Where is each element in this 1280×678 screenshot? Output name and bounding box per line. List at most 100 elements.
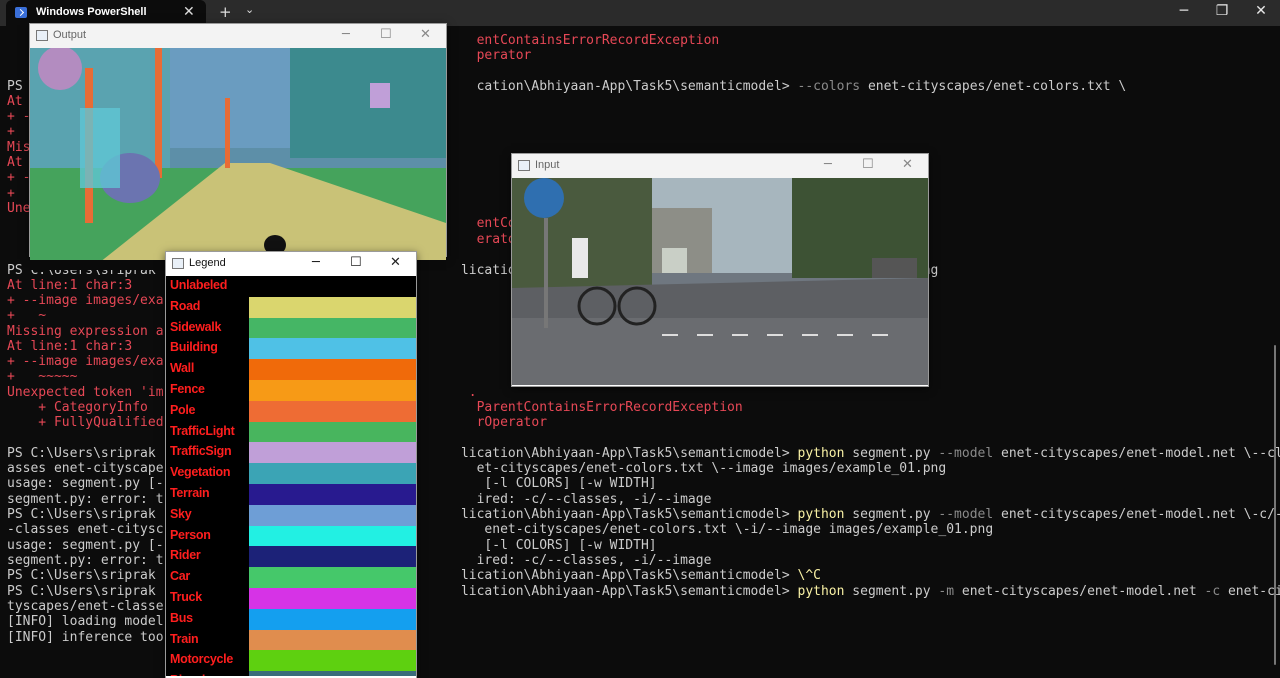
legend-class-label: Sky <box>170 506 192 521</box>
terminal-line: At line:1 char:3 <box>7 278 133 293</box>
input-minimize-button[interactable]: ─ <box>824 157 832 172</box>
terminal-line: -classes enet-citysc enet-cityscapes/ene… <box>7 522 994 537</box>
terminal-line: + <box>7 186 15 201</box>
legend-color-swatch <box>249 296 416 318</box>
output-window-title: Output <box>53 29 87 41</box>
legend-color-swatch <box>249 567 416 588</box>
legend-row: Bicycle <box>166 671 416 676</box>
terminal-line-segment: --colors <box>797 79 861 94</box>
terminal-line-segment: python <box>797 446 845 461</box>
legend-class-label: Truck <box>170 590 202 604</box>
tab-title: Windows PowerShell <box>36 6 147 18</box>
legend-color-swatch <box>249 276 416 297</box>
new-tab-button[interactable]: + <box>219 3 232 21</box>
legend-window[interactable]: Legend ─ ☐ ✕ Unlabeled Road Sidewalk Buildi… <box>165 251 417 678</box>
input-window-title-bar[interactable]: Input ─ ☐ ✕ <box>512 154 928 178</box>
input-close-button[interactable]: ✕ <box>902 157 913 172</box>
legend-class-label: Car <box>170 569 190 584</box>
terminal-line-segment: -m <box>938 584 955 599</box>
legend-row: Rider <box>166 546 416 568</box>
legend-close-button[interactable]: ✕ <box>390 255 401 270</box>
legend-class-label: Rider <box>170 548 201 563</box>
terminal-line: At <box>7 155 23 170</box>
window-icon <box>518 160 530 171</box>
legend-row: Pole <box>166 400 416 422</box>
terminal-line: + ~~~~~ <box>7 369 78 384</box>
legend-class-label: TrafficLight <box>170 423 235 438</box>
maximize-button[interactable]: ❐ <box>1210 3 1234 19</box>
terminal-line: + --image images/exa <box>7 354 164 369</box>
legend-color-swatch <box>249 525 416 547</box>
legend-color-swatch <box>249 442 416 464</box>
terminal-line-segment: --model <box>938 446 994 461</box>
tab-close-icon[interactable]: ✕ <box>183 4 195 20</box>
legend-row: Vegetation <box>166 463 416 484</box>
legend-row: TrafficLight <box>166 421 416 443</box>
legend-row: Train <box>166 629 416 651</box>
legend-color-swatch <box>249 650 416 672</box>
input-window-title: Input <box>535 159 560 171</box>
legend-class-label: Pole <box>170 402 196 417</box>
legend-row: Car <box>166 567 416 588</box>
output-close-button[interactable]: ✕ <box>420 27 431 42</box>
terminal-line-segment: segment.py <box>844 507 939 522</box>
legend-body: Unlabeled Road Sidewalk Building Wall Fence Po… <box>166 276 416 676</box>
terminal-line: + ~ <box>7 308 47 323</box>
legend-color-swatch <box>249 504 416 526</box>
legend-color-swatch <box>249 359 416 380</box>
terminal-line: tyscapes/enet-classe <box>7 599 164 614</box>
legend-row: Building <box>166 338 416 360</box>
output-window-title-bar[interactable]: Output ─ ☐ ✕ <box>30 24 446 48</box>
tab-dropdown-icon[interactable]: ⌄ <box>245 3 254 16</box>
legend-color-swatch <box>249 484 416 505</box>
legend-minimize-button[interactable]: ─ <box>312 255 320 270</box>
terminal-line: Une <box>7 201 31 216</box>
output-maximize-button[interactable]: ☐ <box>380 27 392 42</box>
legend-row: Fence <box>166 380 416 401</box>
legend-color-swatch <box>249 338 416 360</box>
terminal-line-segment: segment.py <box>844 584 939 599</box>
legend-row: Terrain <box>166 484 416 505</box>
output-window[interactable]: Output ─ ☐ ✕ <box>29 23 447 270</box>
terminal-line-segment: python <box>797 584 845 599</box>
legend-class-label: Person <box>170 527 211 542</box>
output-minimize-button[interactable]: ─ <box>342 27 350 42</box>
close-button[interactable]: ✕ <box>1249 3 1273 19</box>
legend-row: Person <box>166 525 416 547</box>
terminal-line-segment: enet-cityscapes/enet-model.net \-c/- <box>993 507 1280 522</box>
legend-window-title-bar[interactable]: Legend ─ ☐ ✕ <box>166 252 416 276</box>
legend-row: Bus <box>166 608 416 630</box>
segmentation-output-image <box>30 48 446 270</box>
legend-color-swatch <box>249 463 416 484</box>
legend-color-swatch <box>249 608 416 630</box>
legend-class-label: Motorcycle <box>170 652 233 667</box>
minimize-button[interactable]: ─ <box>1172 3 1196 19</box>
legend-color-swatch <box>249 317 416 339</box>
legend-class-label: Fence <box>170 382 205 396</box>
terminal-line-segment: \^C <box>797 568 821 583</box>
legend-class-label: Bus <box>170 610 193 625</box>
legend-class-label: Train <box>170 631 199 646</box>
input-window[interactable]: Input ─ ☐ ✕ <box>511 153 929 387</box>
legend-color-swatch <box>249 629 416 651</box>
terminal-line: At <box>7 94 23 109</box>
legend-row: Truck <box>166 588 416 609</box>
terminal-line: [INFO] inference too <box>7 630 164 645</box>
legend-row: Wall <box>166 359 416 380</box>
legend-class-label: Building <box>170 340 218 355</box>
legend-maximize-button[interactable]: ☐ <box>350 255 362 270</box>
input-maximize-button[interactable]: ☐ <box>862 157 874 172</box>
terminal-line-segment: python <box>797 507 845 522</box>
legend-class-label: Unlabeled <box>170 278 228 292</box>
legend-row: Motorcycle <box>166 650 416 672</box>
legend-color-swatch <box>249 400 416 422</box>
legend-class-label: Bicycle <box>170 673 212 676</box>
terminal-line: + - <box>7 109 31 124</box>
terminal-scrollbar[interactable] <box>1274 345 1276 665</box>
terminal-line: Missing expression a <box>7 324 164 339</box>
legend-row: TrafficSign <box>166 442 416 464</box>
legend-color-swatch <box>249 380 416 401</box>
terminal-line-segment: enet-cityscapes/enet-colors.txt \ <box>860 79 1127 94</box>
terminal-line: + <box>7 124 15 139</box>
window-icon <box>172 258 184 269</box>
